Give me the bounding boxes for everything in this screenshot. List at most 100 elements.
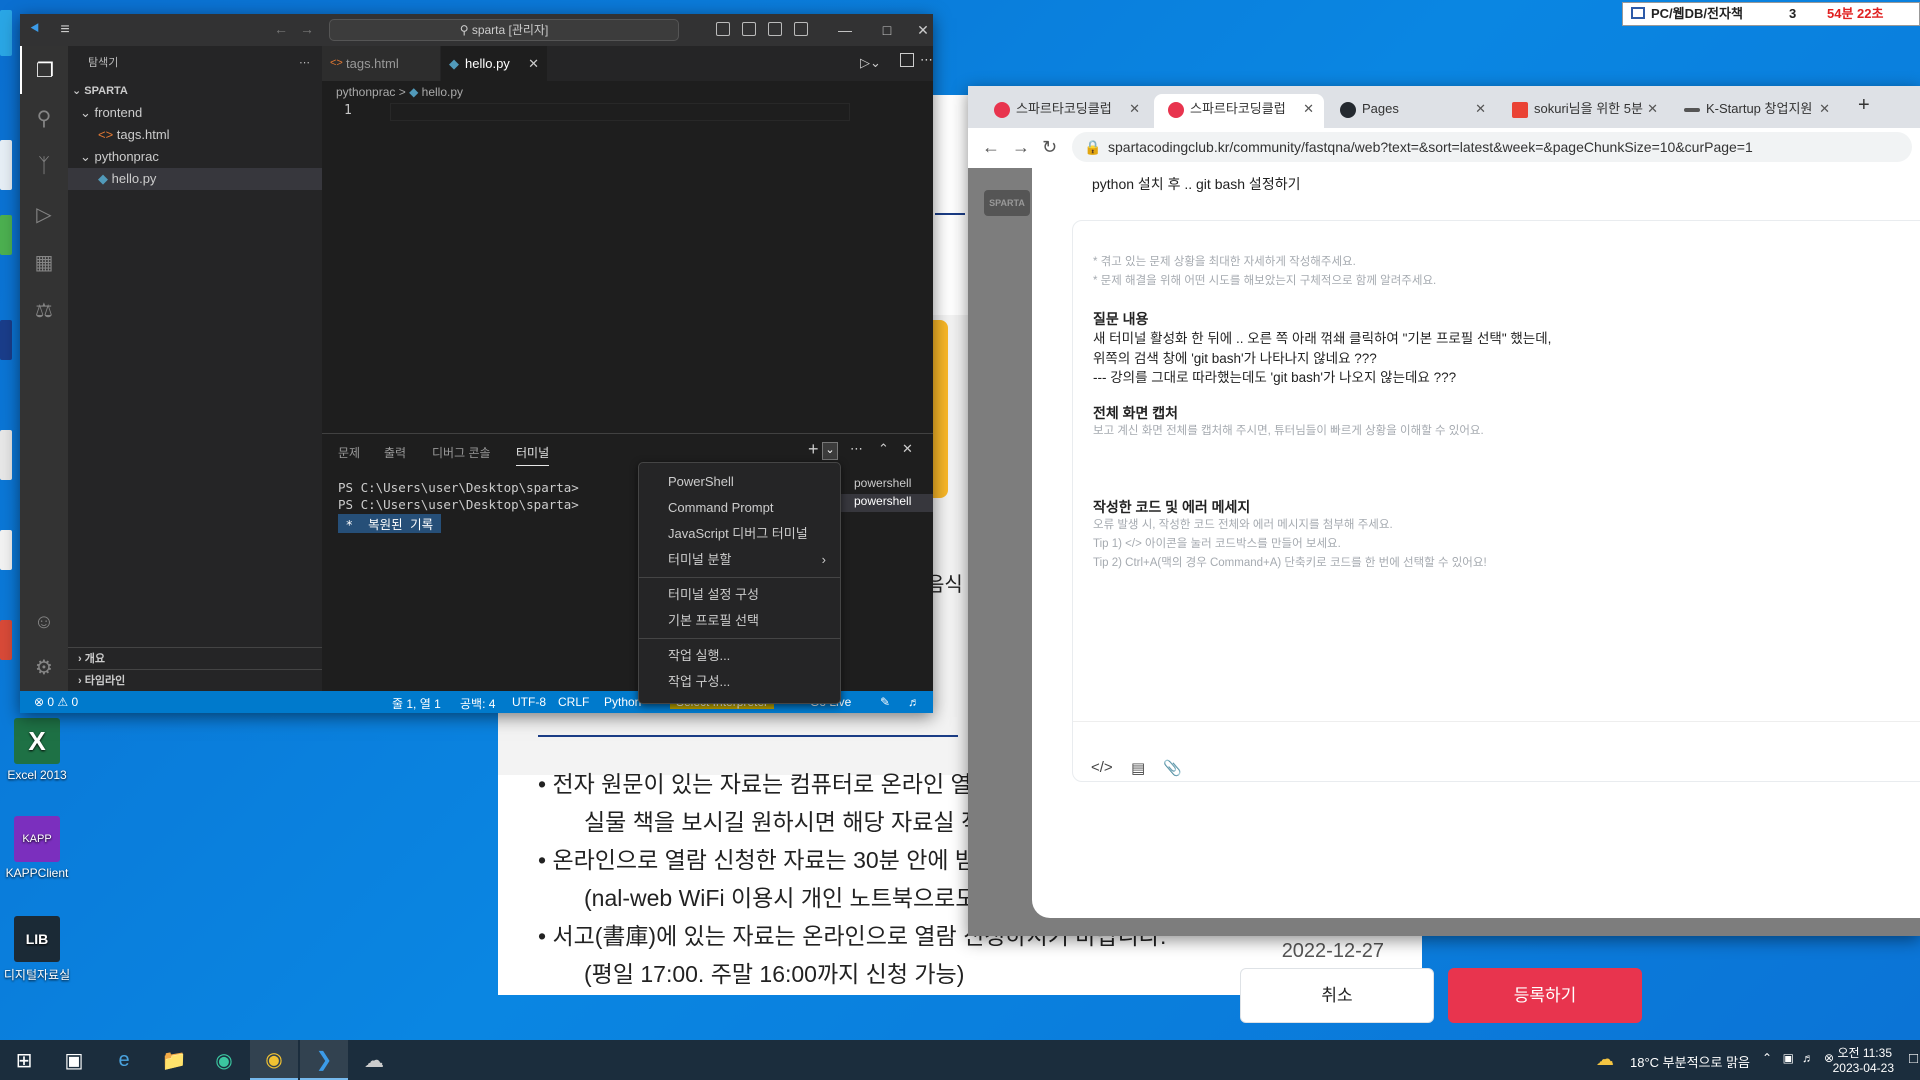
desktop-icon-partial-3[interactable] [0,215,12,255]
timeline-section[interactable]: › 타임라인 [68,669,322,691]
desktop-icon-partial-5[interactable] [0,430,12,480]
close-tab-icon[interactable]: ✕ [528,46,539,81]
language-mode[interactable]: Python [604,695,641,709]
close-tab-icon[interactable]: ✕ [1647,94,1658,124]
tab-tags-html[interactable]: <> tags.html [322,46,440,81]
reload-icon[interactable]: ↻ [1042,137,1057,158]
menu-item-split-terminal[interactable]: 터미널 분할 › [639,547,840,573]
cursor-position[interactable]: 줄 1, 열 1 [392,695,441,712]
desktop-icon-libmate[interactable]: LIB 디지털자료실 [0,916,74,983]
tab-terminal[interactable]: 터미널 [516,444,550,466]
file-explorer-icon[interactable]: 📁 [150,1040,198,1080]
testing-icon[interactable]: ⚖ [20,286,68,334]
browser-tab[interactable]: K-Startup 창업지원 ✕ [1670,94,1840,128]
app-icon[interactable]: ☁ [350,1040,398,1080]
toggle-secondary-sidebar-icon[interactable] [768,22,782,36]
browser-tab[interactable]: sokuri님을 위한 5분 ✕ [1498,94,1668,128]
network-icon[interactable]: ▣ [1783,1051,1794,1065]
maximize-panel-icon[interactable]: ⌃ [878,441,889,457]
terminal-list-item[interactable]: powershell [840,476,933,494]
close-tab-icon[interactable]: ✕ [1819,94,1830,124]
tree-folder-frontend[interactable]: ⌄ frontend [68,102,322,124]
menu-item-configure-terminal[interactable]: 터미널 설정 구성 [639,582,840,608]
explorer-icon[interactable]: ❐ [20,46,68,94]
line-endings[interactable]: CRLF [558,695,589,709]
outline-section[interactable]: › 개요 [68,647,322,669]
submit-button[interactable]: 등록하기 [1448,968,1642,1023]
breadcrumb-folder[interactable]: pythonprac [336,85,395,99]
desktop-icon-kapp[interactable]: KAPP KAPPClient [0,816,74,880]
feedback-icon[interactable]: ✎ [880,695,890,709]
tab-output[interactable]: 출력 [384,444,406,461]
source-control-icon[interactable]: ᛉ [20,142,68,190]
new-tab-icon[interactable]: + [1858,94,1870,117]
run-python-icon[interactable]: ▷⌄ [860,55,881,71]
menu-item-js-debug-terminal[interactable]: JavaScript 디버그 터미널 [639,521,840,547]
back-arrow-icon[interactable]: ← [274,21,288,37]
cancel-button[interactable]: 취소 [1240,968,1434,1023]
menu-item-command-prompt[interactable]: Command Prompt [639,495,840,521]
internet-explorer-icon[interactable]: e [100,1040,148,1080]
back-arrow-icon[interactable]: ← [982,137,1000,158]
notification-center-icon[interactable]: □ [1909,1050,1918,1067]
volume-icon[interactable]: ♬ [1802,1051,1814,1065]
windows-start-icon[interactable]: ⊞ [0,1040,48,1080]
problems-count[interactable]: ⊗ 0 ⚠ 0 [34,695,78,709]
terminal-dropdown-icon[interactable]: ⌄ [822,442,838,460]
close-tab-icon[interactable]: ✕ [1303,94,1314,124]
extensions-icon[interactable]: ▦ [20,238,68,286]
command-center-search[interactable]: ⚲ sparta [관리자] [329,19,679,41]
vscode-titlebar[interactable]: ⯇ ≡ ← → ⚲ sparta [관리자] — □ ✕ [20,14,933,46]
toggle-panel-icon[interactable] [742,22,756,36]
tray-chevron-up-icon[interactable]: ⌃ [1762,1051,1772,1065]
search-icon[interactable]: ⚲ [20,94,68,142]
desktop-icon-partial-4[interactable] [0,320,12,360]
run-debug-icon[interactable]: ▷ [20,190,68,238]
minimize-button[interactable]: — [822,14,868,46]
settings-gear-icon[interactable]: ⚙ [20,643,68,691]
tree-file-hello[interactable]: ◆ hello.py [68,168,322,190]
close-tab-icon[interactable]: ✕ [1475,94,1486,124]
indent-spaces[interactable]: 공백: 4 [460,695,495,712]
question-title-input[interactable]: python 설치 후 .. git bash 설정하기 [1092,174,1300,194]
notifications-bell-icon[interactable]: ♬ [908,695,920,709]
menu-item-select-default-profile[interactable]: 기본 프로필 선택 [639,608,840,634]
terminal-list-item[interactable]: powershell [840,494,933,512]
tab-debug-console[interactable]: 디버그 콘솔 [432,444,491,461]
tab-hello-py[interactable]: ◆ hello.py ✕ [441,46,547,81]
tab-problems[interactable]: 문제 [338,444,360,461]
desktop-icon-partial-7[interactable] [0,620,12,660]
new-terminal-icon[interactable]: + [808,439,819,460]
browser-tab-active[interactable]: 스파르타코딩클럽 ✕ [1154,94,1324,128]
close-tab-icon[interactable]: ✕ [1129,94,1140,124]
menu-item-powershell[interactable]: PowerShell [639,469,840,495]
browser-tab[interactable]: 스파르타코딩클럽 ✕ [980,94,1150,128]
toggle-sidebar-icon[interactable] [716,22,730,36]
code-block-icon[interactable]: </> [1091,759,1113,776]
forward-arrow-icon[interactable]: → [1012,137,1030,158]
close-panel-icon[interactable]: ✕ [902,441,913,457]
chrome-icon[interactable]: ◉ [250,1040,298,1080]
forward-arrow-icon[interactable]: → [300,21,314,37]
weather-text[interactable]: 18°C 부분적으로 맑음 [1630,1052,1750,1071]
image-upload-icon[interactable]: ▤ [1131,759,1145,777]
browser-tab[interactable]: Pages ✕ [1326,94,1496,128]
more-actions-icon[interactable]: ⋯ [920,52,933,68]
tree-folder-pythonprac[interactable]: ⌄ pythonprac [68,146,322,168]
desktop-icon-partial-6[interactable] [0,530,12,570]
desktop-icon-partial-2[interactable] [0,140,12,190]
close-button[interactable]: ✕ [900,14,946,46]
customize-layout-icon[interactable] [794,22,808,36]
menu-item-run-task[interactable]: 작업 실행... [639,643,840,669]
hamburger-menu-icon[interactable]: ≡ [50,21,80,39]
vscode-taskbar-icon[interactable]: ❯ [300,1040,348,1080]
desktop-icon-excel[interactable]: X Excel 2013 [0,718,74,782]
tree-root[interactable]: ⌄ SPARTA [68,80,322,102]
more-actions-icon[interactable]: ⋯ [299,46,310,80]
file-encoding[interactable]: UTF-8 [512,695,546,709]
tree-file-tags[interactable]: <> tags.html [68,124,322,146]
attach-file-icon[interactable]: 📎 [1163,759,1182,777]
account-icon[interactable]: ☺ [20,598,68,646]
task-view-icon[interactable]: ▣ [50,1040,98,1080]
split-editor-icon[interactable] [900,53,914,67]
